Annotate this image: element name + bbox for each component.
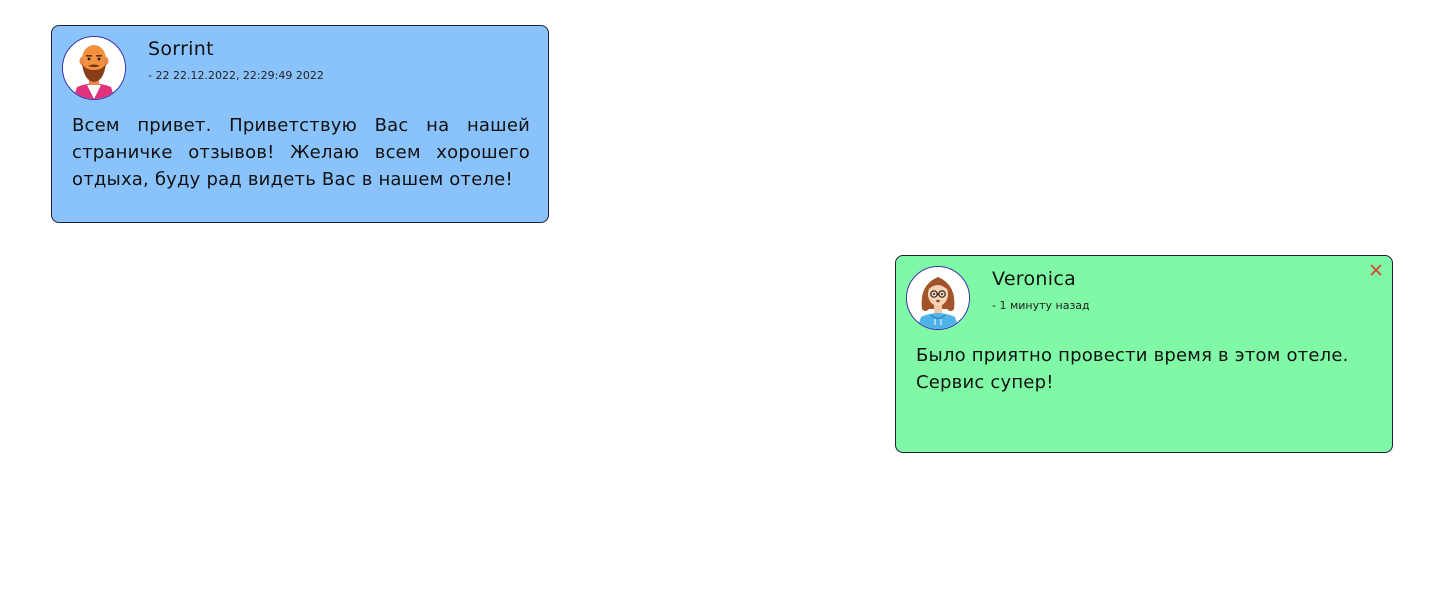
woman-glasses-avatar-icon xyxy=(907,267,969,329)
comment-text: Было приятно провести время в этом отеле… xyxy=(916,345,1349,393)
comment-card: Veronica - 1 минуту назад Было приятно п… xyxy=(895,255,1393,453)
comment-author: Sorrint xyxy=(148,38,214,60)
comment-card: Sorrint - 22 22.12.2022, 22:29:49 2022 В… xyxy=(51,25,549,223)
comment-timestamp: - 22 22.12.2022, 22:29:49 2022 xyxy=(148,69,324,82)
comment-author: Veronica xyxy=(992,268,1077,290)
close-icon xyxy=(1370,264,1382,276)
delete-comment-button[interactable] xyxy=(1368,262,1384,278)
bearded-man-avatar-icon xyxy=(63,37,125,99)
avatar xyxy=(906,266,970,330)
avatar xyxy=(62,36,126,100)
comment-text: Всем привет. Приветствую Вас на нашей ст… xyxy=(72,115,530,190)
comment-timestamp: - 1 минуту назад xyxy=(992,299,1090,312)
